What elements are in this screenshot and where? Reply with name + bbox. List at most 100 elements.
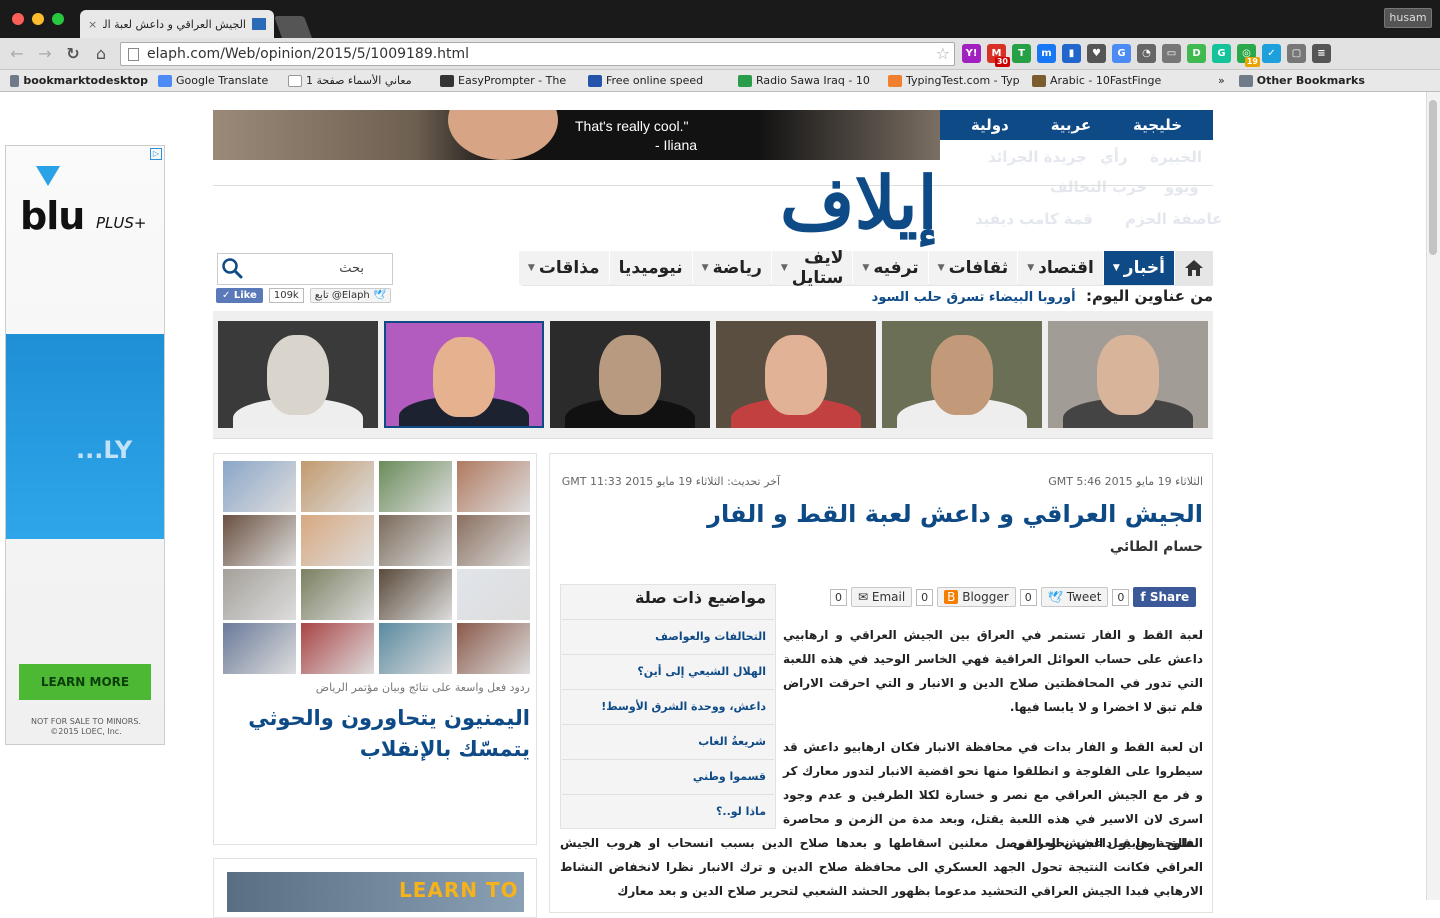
faint-link[interactable]: رأي (1100, 148, 1128, 166)
faint-link[interactable]: قمة كامب ديفيد (975, 210, 1093, 228)
facebook-share-button[interactable]: f Share (1133, 587, 1197, 607)
adchoices-icon[interactable]: ▷ (150, 148, 162, 160)
maximize-window-button[interactable] (52, 13, 64, 25)
related-topic-link[interactable]: الهلال الشيعي إلى أين؟ (562, 654, 774, 688)
category-gulf[interactable]: خليجية (1133, 116, 1182, 134)
nav-home[interactable] (1175, 251, 1213, 285)
news-thumbnail[interactable] (223, 623, 296, 674)
category-international[interactable]: دولية (971, 116, 1009, 134)
left-advertisement[interactable]: ▷ blu PLUS+ ...LY LEARN MORE NOT FOR SAL… (5, 145, 165, 745)
author-thumbnail[interactable] (550, 321, 710, 428)
faint-link[interactable]: عاصفة الحزم (1125, 210, 1222, 228)
translate-icon[interactable]: G (1112, 44, 1131, 63)
faint-link[interactable]: حرب التحالف (1050, 178, 1147, 196)
screen-icon[interactable]: ▢ (1287, 44, 1306, 63)
bookmark-star-icon[interactable]: ☆ (936, 43, 950, 65)
bookmark-item[interactable]: Google Translate (158, 74, 278, 87)
close-window-button[interactable] (12, 13, 24, 25)
bookmark-item[interactable]: 1 معاني الأسماء صفحة (288, 74, 430, 87)
nav-item[interactable]: أخبار ▼ (1103, 251, 1174, 285)
new-tab-button[interactable] (273, 16, 313, 38)
yahoo-icon[interactable]: Y! (962, 44, 981, 63)
news-thumbnail[interactable] (379, 623, 452, 674)
news-thumbnail[interactable] (223, 569, 296, 620)
home-icon[interactable]: ⌂ (90, 44, 112, 64)
site-logo[interactable]: إيلاف (780, 160, 938, 246)
clock-icon[interactable]: ◔ (1137, 44, 1156, 63)
bookmark-item[interactable]: bookmarktodesktop (10, 74, 148, 87)
news-thumbnail[interactable] (301, 623, 374, 674)
news-thumbnail[interactable] (223, 461, 296, 512)
nav-item[interactable]: ترفيه ▼ (853, 251, 928, 285)
pushbullet-icon[interactable]: D (1187, 44, 1206, 63)
search-icon[interactable] (221, 257, 243, 279)
cast-icon[interactable]: ▭ (1162, 44, 1181, 63)
news-thumbnail[interactable] (301, 515, 374, 566)
address-bar[interactable]: elaph.com/Web/opinion/2015/5/1009189.htm… (120, 42, 955, 66)
related-topic-link[interactable]: قسموا وطني (562, 759, 774, 793)
related-topic-link[interactable]: ماذا لو..؟ (562, 794, 774, 828)
trello-icon[interactable]: T (1012, 44, 1031, 63)
news-thumbnail[interactable] (379, 569, 452, 620)
faint-link[interactable]: ويوو (1165, 178, 1199, 196)
menu-icon[interactable]: ≡ (1312, 44, 1331, 63)
nav-item[interactable]: مذاقات ▼ (518, 251, 609, 285)
related-topic-link[interactable]: التحالفات والعواصف (562, 619, 774, 653)
site-search-input[interactable]: بحث (217, 253, 393, 285)
nav-item[interactable]: ثقافات ▼ (928, 251, 1018, 285)
timer-icon[interactable]: ◎ 19 (1237, 44, 1260, 67)
messenger-icon[interactable]: m (1037, 44, 1056, 63)
news-thumbnail[interactable] (457, 623, 530, 674)
learn-to-ad[interactable]: LEARN TO (227, 872, 524, 912)
side-news-title[interactable]: اليمنيون يتحاورون والحوثي يتمسّك بالإنقل… (224, 703, 530, 765)
pocket-icon[interactable]: ♥ (1087, 44, 1106, 63)
author-thumbnail[interactable] (1048, 321, 1208, 428)
tab-close-icon[interactable]: × (88, 18, 97, 31)
news-thumbnail[interactable] (457, 461, 530, 512)
nav-item[interactable]: لايف ستايل ▼ (771, 248, 853, 288)
reload-icon[interactable]: ↻ (62, 44, 84, 64)
headline-link[interactable]: أوروبا البيضاء تسرق حلب السود (872, 290, 1076, 305)
browser-tab[interactable]: الجيش العراقي و داعش لعبة القط و × (80, 10, 274, 38)
bookmarks-overflow-button[interactable]: » (1218, 74, 1225, 87)
other-bookmarks-folder[interactable]: Other Bookmarks (1238, 74, 1365, 87)
side-news-caption[interactable]: ردود فعل واسعة على نتائج وبيان مؤتمر الر… (224, 681, 530, 694)
profile-button[interactable]: husam (1384, 8, 1432, 28)
forward-arrow-icon[interactable]: → (34, 44, 56, 64)
grammarly-icon[interactable]: G (1212, 44, 1231, 63)
article-author[interactable]: حسام الطائي (900, 539, 1203, 555)
bookmark-item[interactable]: Free online speed (588, 74, 728, 87)
gmail-icon[interactable]: M 30 (987, 44, 1010, 67)
news-thumbnail[interactable] (457, 569, 530, 620)
bookmark-item[interactable]: EasyPrompter - The (440, 74, 578, 87)
news-thumbnail[interactable] (301, 461, 374, 512)
email-share-button[interactable]: ✉ Email (851, 587, 913, 607)
news-thumbnail[interactable] (379, 515, 452, 566)
bookmark-item[interactable]: TypingTest.com - Typ (888, 74, 1022, 87)
news-thumbnail[interactable] (379, 461, 452, 512)
scrollbar-thumb[interactable] (1429, 100, 1437, 255)
minimize-window-button[interactable] (32, 13, 44, 25)
tweet-button[interactable]: 🕊 Tweet (1040, 587, 1109, 607)
learn-more-button[interactable]: LEARN MORE (19, 664, 151, 700)
news-thumbnail[interactable] (223, 515, 296, 566)
author-thumbnail[interactable] (384, 321, 544, 428)
bookmark-item[interactable]: Radio Sawa Iraq - 10 (738, 74, 878, 87)
back-arrow-icon[interactable]: ← (6, 44, 28, 64)
related-topic-link[interactable]: شريعةُ الغاب (562, 724, 774, 758)
faint-link[interactable]: جريدة الجرائد (988, 148, 1087, 166)
facebook-like-button[interactable]: ✓ Like (216, 287, 263, 303)
check-icon[interactable]: ✓ (1262, 44, 1281, 63)
category-arab[interactable]: عربية (1051, 116, 1091, 134)
stats-icon[interactable]: ▮ (1062, 44, 1081, 63)
news-thumbnail[interactable] (457, 515, 530, 566)
nav-item[interactable]: اقتصاد ▼ (1018, 251, 1103, 285)
author-thumbnail[interactable] (218, 321, 378, 428)
nav-item[interactable]: رياضة ▼ (692, 251, 771, 285)
news-thumbnail[interactable] (301, 569, 374, 620)
nav-item[interactable]: نيوميديا (609, 251, 692, 285)
twitter-follow-button[interactable]: تابع @Elaph 🕊 (309, 287, 391, 303)
bookmark-item[interactable]: Arabic - 10FastFinge (1032, 74, 1172, 87)
faint-link[interactable]: الخبيرة (1150, 148, 1202, 166)
blogger-share-button[interactable]: B Blogger (937, 587, 1016, 607)
